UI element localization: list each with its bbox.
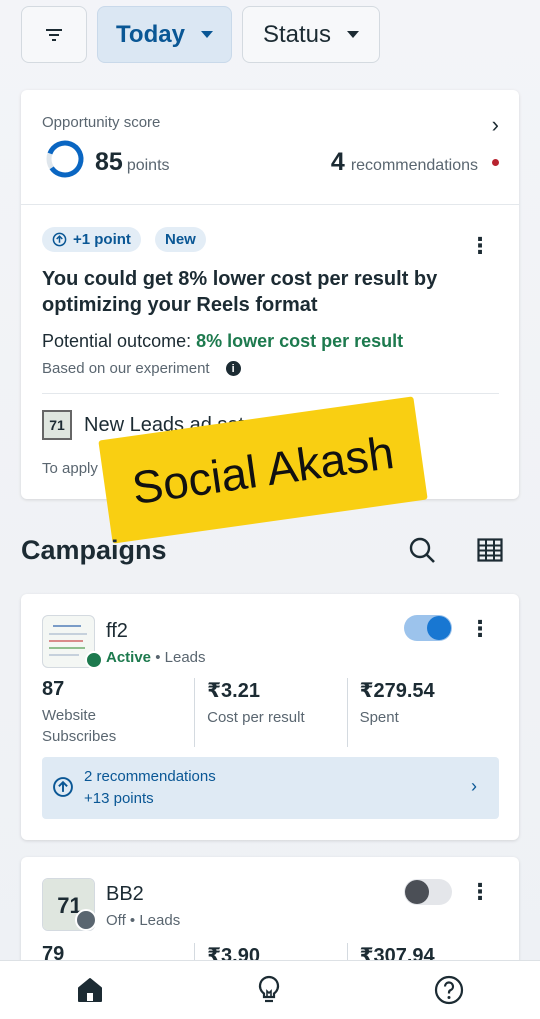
new-badge-label: New <box>165 231 196 248</box>
opportunity-score: 85 points <box>95 148 170 177</box>
recommendations-banner[interactable]: 2 recommendations +13 points › <box>42 757 499 819</box>
metric-value: ₹279.54 <box>359 680 435 702</box>
chevron-right-icon[interactable]: › <box>492 112 499 138</box>
arrow-up-circle-icon <box>52 232 67 247</box>
campaign-toggle[interactable] <box>404 615 452 641</box>
filter-icon <box>46 28 62 41</box>
metric-results: 87 Website Subscribes <box>42 678 194 747</box>
score-unit: points <box>126 157 170 174</box>
metric-label: Cost per result <box>207 709 305 726</box>
recommendations-points-label: +13 points <box>84 790 154 807</box>
opportunity-score-row[interactable]: Opportunity score › 85 points 4 recommend… <box>21 90 519 205</box>
points-badge-label: +1 point <box>73 231 131 248</box>
campaigns-heading: Campaigns <box>21 535 167 565</box>
status-dropdown[interactable]: Status <box>242 6 380 63</box>
outcome-value: 8% lower cost per result <box>196 331 404 351</box>
experiment-note: Based on our experiment i <box>42 360 241 377</box>
recommendations-count: 4 recommendations <box>331 148 499 177</box>
home-icon[interactable] <box>75 975 105 1005</box>
outcome-prefix: Potential outcome: <box>42 331 197 351</box>
separator: • <box>155 649 161 666</box>
chevron-right-icon: › <box>471 776 477 796</box>
divider <box>42 393 499 394</box>
bottom-navigation <box>0 960 540 1019</box>
campaign-name: ff2 <box>106 620 128 642</box>
more-options-icon[interactable]: ⋮ <box>469 881 491 903</box>
info-icon[interactable]: i <box>225 361 241 376</box>
status-label: Status <box>262 20 332 48</box>
help-icon[interactable] <box>433 974 465 1006</box>
metric-spent: ₹279.54 Spent <box>346 678 499 747</box>
filter-button[interactable] <box>21 6 87 63</box>
table-view-icon[interactable] <box>477 538 503 562</box>
campaign-card[interactable]: 71 BB2 Off • Leads ⋮ 79 ₹3.90 ₹307.94 <box>21 857 519 977</box>
arrow-up-circle-icon <box>53 777 73 797</box>
metric-label: Spent <box>359 709 399 726</box>
campaign-card[interactable]: ff2 Active • Leads ⋮ 87 Website Subscrib… <box>21 594 519 840</box>
separator: • <box>129 912 136 929</box>
toggle-knob <box>405 880 429 904</box>
lightbulb-icon[interactable] <box>254 974 284 1006</box>
recommendations-count-label: 2 recommendations <box>84 768 216 785</box>
campaign-toggle[interactable] <box>404 879 452 905</box>
campaign-status: Off • Leads <box>106 912 180 929</box>
campaign-status: Active • Leads <box>106 649 206 666</box>
metric-cost-per-result: ₹3.21 Cost per result <box>194 678 346 747</box>
recommendation-headline: You could get 8% lower cost per result b… <box>42 268 438 316</box>
recommendations-label: recommendations <box>350 157 478 174</box>
new-badge: New <box>155 227 206 252</box>
more-options-icon[interactable]: ⋮ <box>469 618 491 640</box>
score-value: 85 <box>95 148 123 176</box>
chevron-down-icon <box>347 31 360 38</box>
toggle-knob <box>427 616 451 640</box>
filter-bar: Today Status <box>21 6 380 63</box>
chevron-down-icon <box>200 31 213 38</box>
paused-status-icon <box>75 909 97 931</box>
campaign-status-label: Active <box>106 649 152 666</box>
potential-outcome: Potential outcome: 8% lower cost per res… <box>42 331 403 352</box>
adset-thumbnail: 71 <box>42 410 72 440</box>
more-options-icon[interactable]: ⋮ <box>469 235 491 257</box>
opportunity-score-label: Opportunity score <box>42 114 161 131</box>
date-range-dropdown[interactable]: Today <box>97 6 232 63</box>
recommendations-number: 4 <box>330 148 345 176</box>
metric-value: 87 <box>42 678 65 700</box>
campaign-objective: Leads <box>139 912 181 929</box>
score-gauge-icon <box>46 140 84 178</box>
campaign-objective: Leads <box>164 649 206 666</box>
date-range-label: Today <box>116 20 185 48</box>
points-badge: +1 point <box>42 227 141 252</box>
campaign-metrics: 87 Website Subscribes ₹3.21 Cost per res… <box>42 678 499 747</box>
campaign-status-label: Off <box>106 912 126 929</box>
notification-dot <box>492 159 499 166</box>
metric-label: Website Subscribes <box>42 707 117 745</box>
metric-value: ₹3.21 <box>207 680 260 702</box>
apply-text: To apply <box>42 460 98 477</box>
experiment-label: Based on our experiment <box>42 360 210 377</box>
active-status-dot <box>85 651 103 669</box>
campaign-name: BB2 <box>106 883 144 905</box>
search-icon[interactable] <box>408 536 436 564</box>
